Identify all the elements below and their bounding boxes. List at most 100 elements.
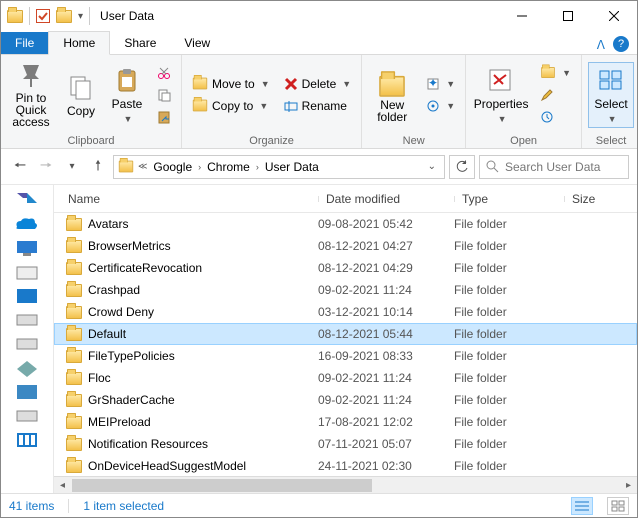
rename-button[interactable]: Rename [280, 96, 356, 116]
table-row[interactable]: BrowserMetrics08-12-2021 04:27File folde… [54, 235, 637, 257]
qat-overflow-icon[interactable]: ▾ [78, 11, 83, 22]
paste-shortcut-button[interactable] [153, 107, 175, 127]
properties-label: Properties [474, 98, 529, 110]
breadcrumb-user-data[interactable]: User Data [263, 160, 321, 174]
move-to-button[interactable]: Move to ▼ [188, 74, 274, 94]
qat-separator-2 [89, 7, 90, 25]
tree-item-icon[interactable] [13, 431, 41, 449]
new-mini: ✦▼ ▼ [422, 74, 459, 116]
tree-this-pc-icon[interactable] [13, 239, 41, 257]
folder-icon [66, 284, 82, 297]
large-icons-view-button[interactable] [607, 497, 629, 515]
folder-icon [66, 240, 82, 253]
folder-icon [66, 416, 82, 429]
paste-label: Paste [112, 98, 143, 110]
tree-item-icon[interactable] [13, 287, 41, 305]
tree-item-icon[interactable] [13, 359, 41, 377]
nav-tree[interactable] [1, 185, 54, 493]
table-row[interactable]: Floc09-02-2021 11:24File folder [54, 367, 637, 389]
table-row[interactable]: MEIPreload17-08-2021 12:02File folder [54, 411, 637, 433]
tab-share[interactable]: Share [110, 32, 170, 54]
breadcrumb-sep[interactable]: › [254, 162, 261, 172]
forward-button[interactable]: 🠖 [35, 156, 57, 178]
breadcrumb-chrome[interactable]: Chrome [205, 160, 252, 174]
col-size[interactable]: Size [564, 192, 637, 206]
table-row[interactable]: Avatars09-08-2021 05:42File folder [54, 213, 637, 235]
ribbon-collapse-icon[interactable]: ᐱ [589, 36, 613, 54]
maximize-button[interactable] [545, 1, 591, 31]
folder-icon [66, 438, 82, 451]
paste-button[interactable]: Paste ▼ [107, 62, 147, 128]
row-date: 09-08-2021 05:42 [318, 217, 454, 231]
new-item-icon: ✦ [426, 77, 440, 91]
breadcrumb-root-icon[interactable] [119, 161, 133, 173]
scroll-thumb[interactable] [72, 479, 372, 492]
copy-to-button[interactable]: Copy to ▼ [188, 96, 274, 116]
close-button[interactable] [591, 1, 637, 31]
tree-quick-access-icon[interactable] [13, 191, 41, 209]
table-row[interactable]: CertificateRevocation08-12-2021 04:29Fil… [54, 257, 637, 279]
status-sep [68, 499, 69, 513]
qat-folder-icon[interactable] [56, 10, 72, 23]
history-button[interactable] [536, 107, 575, 127]
table-row[interactable]: Crashpad09-02-2021 11:24File folder [54, 279, 637, 301]
chevron-down-icon: ▼ [608, 113, 617, 125]
col-type[interactable]: Type [454, 192, 564, 206]
cut-button[interactable] [153, 63, 175, 83]
row-name: CertificateRevocation [88, 261, 202, 275]
table-row[interactable]: Default08-12-2021 05:44File folder [54, 323, 637, 345]
easy-access-icon [426, 99, 440, 113]
table-row[interactable]: FileTypePolicies16-09-2021 08:33File fol… [54, 345, 637, 367]
select-button[interactable]: Select ▼ [588, 62, 634, 128]
delete-button[interactable]: Delete ▼ [280, 74, 356, 94]
tree-onedrive-icon[interactable] [13, 215, 41, 233]
row-name: Crashpad [88, 283, 140, 297]
tree-item-icon[interactable] [13, 335, 41, 353]
horizontal-scrollbar[interactable]: ◂ ▸ [54, 476, 637, 493]
breadcrumb-google[interactable]: Google [151, 160, 194, 174]
breadcrumb-sep[interactable]: ≪ [136, 161, 149, 172]
row-date: 24-11-2021 02:30 [318, 459, 454, 473]
edit-icon [540, 88, 554, 102]
table-row[interactable]: OnDeviceHeadSuggestModel24-11-2021 02:30… [54, 455, 637, 476]
scroll-left-icon[interactable]: ◂ [54, 477, 71, 493]
properties-button[interactable]: Properties ▼ [472, 62, 530, 128]
quick-access-toolbar: ▾ [1, 7, 96, 25]
scroll-right-icon[interactable]: ▸ [620, 477, 637, 493]
table-row[interactable]: Notification Resources07-11-2021 05:07Fi… [54, 433, 637, 455]
new-item-button[interactable]: ✦▼ [422, 74, 459, 94]
help-icon[interactable]: ? [613, 36, 629, 52]
table-row[interactable]: GrShaderCache09-02-2021 11:24File folder [54, 389, 637, 411]
search-box[interactable]: Search User Data [479, 155, 629, 179]
tree-item-icon[interactable] [13, 311, 41, 329]
tree-item-icon[interactable] [13, 407, 41, 425]
up-button[interactable]: 🠕 [87, 156, 109, 178]
pin-to-quick-access-button[interactable]: Pin to Quick access [7, 62, 55, 128]
tab-view[interactable]: View [170, 32, 224, 54]
tab-home[interactable]: Home [48, 31, 110, 55]
table-row[interactable]: Crowd Deny03-12-2021 10:14File folder [54, 301, 637, 323]
tab-file[interactable]: File [1, 32, 48, 54]
new-folder-button[interactable]: New folder [368, 62, 416, 128]
select-icon [595, 65, 627, 95]
minimize-button[interactable] [499, 1, 545, 31]
col-name[interactable]: Name [60, 192, 318, 206]
recent-locations-button[interactable]: ▾ [61, 156, 83, 178]
row-name: MEIPreload [88, 415, 151, 429]
breadcrumb-sep[interactable]: › [196, 162, 203, 172]
row-name: Avatars [88, 217, 128, 231]
open-button[interactable]: ▼ [536, 63, 575, 83]
checkbox-icon[interactable] [36, 9, 50, 23]
details-view-button[interactable] [571, 497, 593, 515]
address-bar[interactable]: ≪ Google › Chrome › User Data ⌄ [113, 155, 445, 179]
copy-button[interactable]: Copy [61, 62, 101, 128]
easy-access-button[interactable]: ▼ [422, 96, 459, 116]
refresh-button[interactable] [449, 155, 475, 179]
address-dropdown-icon[interactable]: ⌄ [424, 161, 440, 172]
tree-item-icon[interactable] [13, 263, 41, 281]
tree-item-icon[interactable] [13, 383, 41, 401]
copy-path-button[interactable] [153, 85, 175, 105]
back-button[interactable]: 🠔 [9, 156, 31, 178]
edit-button[interactable] [536, 85, 575, 105]
col-date[interactable]: Date modified [318, 192, 454, 206]
